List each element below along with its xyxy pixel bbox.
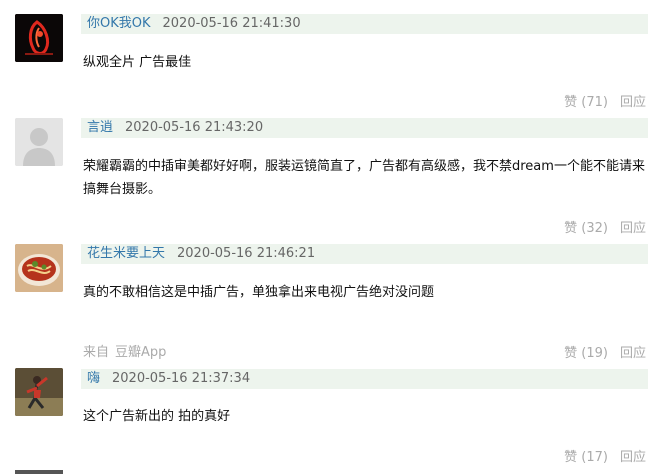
comment-time: 2020-05-16 21:41:30 [162, 16, 301, 31]
source-app-link[interactable]: 豆瓣App [115, 345, 166, 360]
comment-text: 真的不敢相信这是中插广告，单独拿出来电视广告绝对没问题 [83, 285, 435, 300]
comment-meta: 你OK我OK 2020-05-16 21:41:30 [81, 14, 648, 34]
comment-meta: 言逍 2020-05-16 21:43:20 [81, 118, 648, 138]
avatar[interactable] [15, 244, 63, 292]
comment-actions: 赞 (32) 回应 [564, 217, 646, 236]
reply-button[interactable]: 回应 [620, 450, 646, 465]
author-link[interactable]: 花生米要上天 [87, 246, 165, 261]
author-link[interactable]: 嗨 [87, 371, 100, 386]
like-button[interactable]: 赞 (19) [564, 346, 608, 361]
avatar[interactable] [15, 14, 63, 62]
comment-actions: 赞 (19) 回应 [564, 342, 646, 361]
like-button[interactable]: 赞 (71) [564, 95, 608, 110]
reply-button[interactable]: 回应 [620, 95, 646, 110]
comment-meta: 嗨 2020-05-16 21:37:34 [81, 369, 648, 389]
avatar[interactable] [15, 118, 63, 166]
source-prefix: 来自 [83, 345, 110, 360]
noodle-bowl-avatar-icon [15, 244, 63, 292]
comment-source: 来自 豆瓣App [83, 341, 166, 360]
avatar[interactable] [15, 470, 63, 474]
comment-time: 2020-05-16 21:43:20 [125, 120, 264, 135]
reply-button[interactable]: 回应 [620, 346, 646, 361]
comment-actions: 赞 (17) 回应 [564, 446, 646, 465]
comment-actions: 赞 (71) 回应 [564, 91, 646, 110]
dancer-avatar-icon [15, 368, 63, 416]
comment-text: 纵观全片 广告最佳 [83, 55, 192, 70]
like-button[interactable]: 赞 (17) [564, 450, 608, 465]
like-button[interactable]: 赞 (32) [564, 221, 608, 236]
comment-time: 2020-05-16 21:46:21 [177, 246, 316, 261]
comment-text: 这个广告新出的 拍的真好 [83, 409, 231, 424]
author-link[interactable]: 你OK我OK [87, 16, 151, 31]
avatar[interactable] [15, 368, 63, 416]
author-link[interactable]: 言逍 [87, 120, 113, 135]
reply-button[interactable]: 回应 [620, 221, 646, 236]
red-neon-figure-avatar-icon [15, 14, 63, 62]
comment-meta: 花生米要上天 2020-05-16 21:46:21 [81, 244, 648, 264]
comment-time: 2020-05-16 21:37:34 [112, 371, 251, 386]
comment-text: 荣耀霸霸的中插审美都好好啊，服装运镜简直了，广告都有高级感，我不禁dream一个… [83, 159, 645, 197]
default-user-avatar-icon [15, 118, 63, 166]
